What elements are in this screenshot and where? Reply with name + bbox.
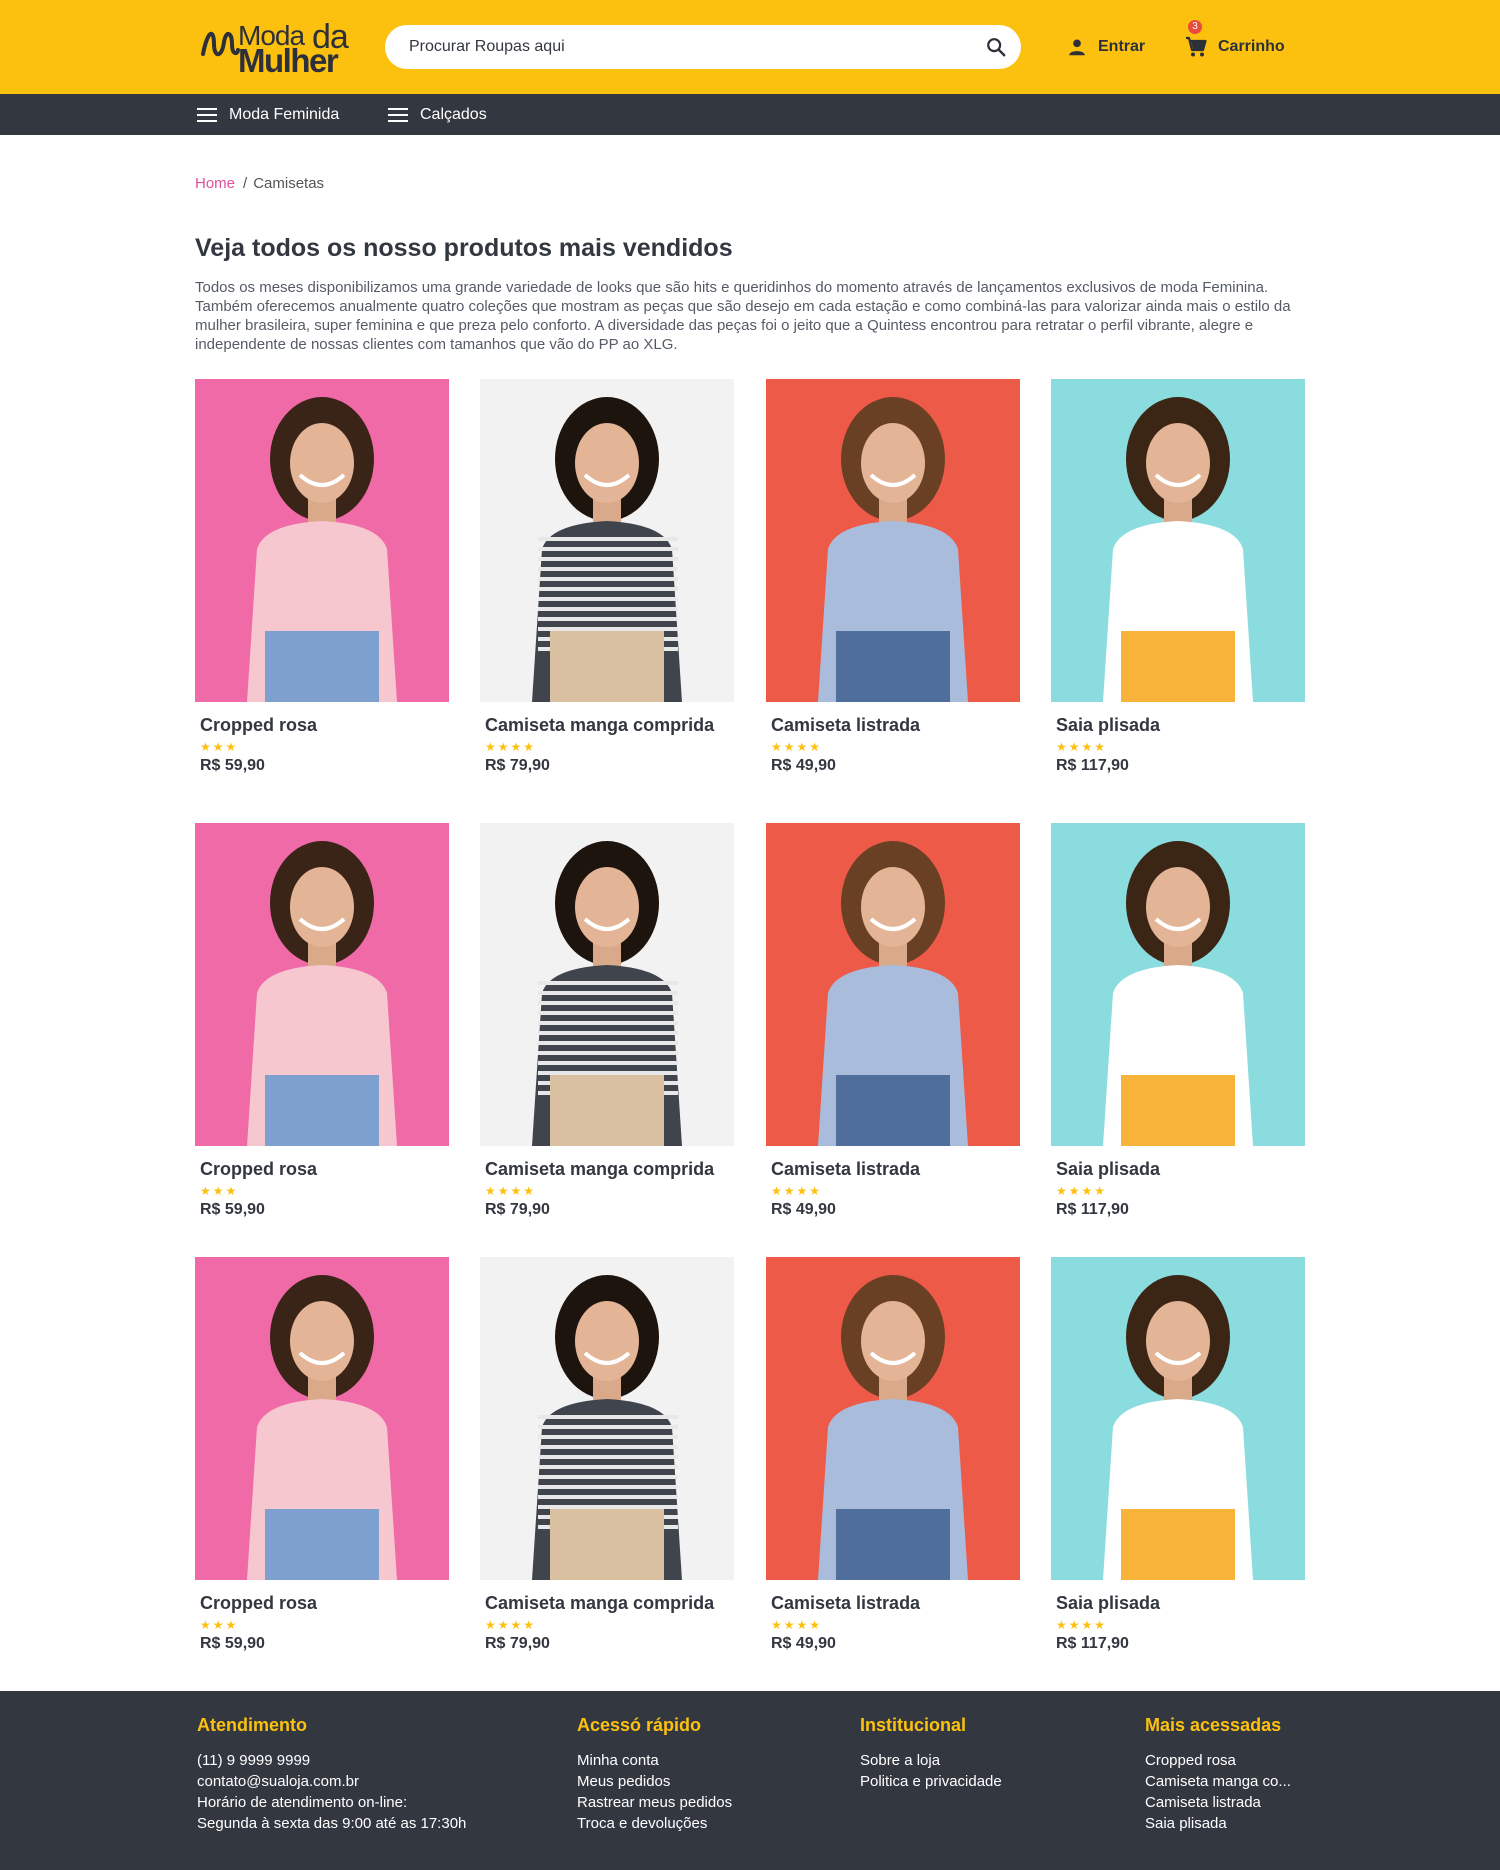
- product-photo[interactable]: [480, 1257, 734, 1580]
- product-name[interactable]: Camiseta listrada: [771, 715, 920, 736]
- product-photo[interactable]: [480, 379, 734, 702]
- footer-col-title: Acessó rápido: [577, 1715, 702, 1735]
- product-name[interactable]: Saia plisada: [1056, 1159, 1160, 1180]
- rating-stars: ★★★★: [485, 740, 537, 754]
- search-box: [385, 25, 1021, 69]
- rating-stars: ★★★: [200, 740, 239, 754]
- category-nav: Moda Feminida Calçados: [0, 94, 1500, 135]
- product-photo[interactable]: [1051, 379, 1305, 702]
- intro-text: Todos os meses disponibilizamos uma gran…: [195, 279, 1291, 353]
- logo[interactable]: Moda da Mulher: [200, 18, 349, 79]
- footer-hours-label: Horário de atendimento on-line:: [197, 1794, 408, 1811]
- product-price: R$ 49,90: [771, 1201, 836, 1218]
- footer-link-camiseta-listrada[interactable]: Camiseta listrada: [1145, 1792, 1291, 1813]
- product-price: R$ 49,90: [771, 757, 836, 774]
- footer-col-title: Institucional: [860, 1715, 967, 1735]
- product-price: R$ 117,90: [1056, 757, 1129, 774]
- rating-stars: ★★★★: [1056, 1618, 1108, 1632]
- footer-col-acesso-rapido: Acessó rápido Minha conta Meus pedidos R…: [577, 1715, 732, 1834]
- footer-link-sobre[interactable]: Sobre a loja: [860, 1750, 1002, 1771]
- product-name[interactable]: Saia plisada: [1056, 1593, 1160, 1614]
- rating-stars: ★★★★: [771, 740, 823, 754]
- product-price: R$ 79,90: [485, 1201, 550, 1218]
- product-name[interactable]: Cropped rosa: [200, 715, 317, 736]
- menu-icon: [197, 107, 217, 122]
- product-price: R$ 79,90: [485, 757, 550, 774]
- rating-stars: ★★★★: [485, 1184, 537, 1198]
- product-photo[interactable]: [1051, 1257, 1305, 1580]
- product-price: R$ 49,90: [771, 1635, 836, 1652]
- footer-col-title: Mais acessadas: [1145, 1715, 1282, 1735]
- product-name[interactable]: Cropped rosa: [200, 1159, 317, 1180]
- header-bar: Moda da Mulher Entrar 3 Carrinho: [0, 0, 1500, 94]
- footer-link-camiseta-manga[interactable]: Camiseta manga co...: [1145, 1771, 1291, 1792]
- search-icon[interactable]: [985, 36, 1007, 58]
- rating-stars: ★★★: [200, 1618, 239, 1632]
- product-name[interactable]: Camiseta listrada: [771, 1159, 920, 1180]
- product-name[interactable]: Camiseta manga comprida: [485, 1159, 714, 1180]
- product-price: R$ 59,90: [200, 1635, 265, 1652]
- rating-stars: ★★★★: [1056, 1184, 1108, 1198]
- cart-label: Carrinho: [1218, 38, 1285, 55]
- nav-item-label: Calçados: [420, 105, 487, 123]
- rating-stars: ★★★★: [485, 1618, 537, 1632]
- footer-link-privacidade[interactable]: Politica e privacidade: [860, 1771, 1002, 1792]
- rating-stars: ★★★★: [1056, 740, 1108, 754]
- product-photo[interactable]: [195, 379, 449, 702]
- product-photo[interactable]: [1051, 823, 1305, 1146]
- menu-icon: [388, 107, 408, 122]
- breadcrumb-separator: /: [243, 175, 248, 192]
- product-price: R$ 117,90: [1056, 1201, 1129, 1218]
- footer: Atendimento (11) 9 9999 9999 contato@sua…: [0, 1691, 1500, 1870]
- footer-phone: (11) 9 9999 9999: [197, 1752, 311, 1769]
- footer-col-title: Atendimento: [197, 1715, 307, 1735]
- search-input[interactable]: [409, 25, 949, 69]
- logo-text-mulher: Mulher: [238, 42, 339, 79]
- footer-email: contato@sualoja.com.br: [197, 1773, 359, 1790]
- footer-col-institucional: Institucional Sobre a loja Politica e pr…: [860, 1715, 1002, 1792]
- footer-link-meus-pedidos[interactable]: Meus pedidos: [577, 1771, 732, 1792]
- product-name[interactable]: Saia plisada: [1056, 715, 1160, 736]
- footer-link-saia-plisada[interactable]: Saia plisada: [1145, 1813, 1291, 1834]
- footer-link-cropped-rosa[interactable]: Cropped rosa: [1145, 1750, 1291, 1771]
- footer-link-minha-conta[interactable]: Minha conta: [577, 1750, 732, 1771]
- login-label: Entrar: [1098, 38, 1146, 55]
- footer-link-rastrear[interactable]: Rastrear meus pedidos: [577, 1792, 732, 1813]
- nav-item-label: Moda Feminida: [229, 105, 340, 123]
- footer-link-troca[interactable]: Troca e devoluções: [577, 1813, 732, 1834]
- cart-button[interactable]: 3 Carrinho: [1184, 20, 1285, 60]
- product-name[interactable]: Camiseta listrada: [771, 1593, 920, 1614]
- product-photo[interactable]: [480, 823, 734, 1146]
- product-price: R$ 59,90: [200, 757, 265, 774]
- breadcrumb-current: Camisetas: [253, 175, 325, 192]
- product-price: R$ 117,90: [1056, 1635, 1129, 1652]
- cart-icon: [1186, 36, 1207, 57]
- product-name[interactable]: Cropped rosa: [200, 1593, 317, 1614]
- login-button[interactable]: Entrar: [1066, 34, 1145, 60]
- product-photo[interactable]: [195, 823, 449, 1146]
- user-icon: [1069, 39, 1085, 56]
- cart-count-badge: 3: [1188, 20, 1202, 34]
- rating-stars: ★★★: [200, 1184, 239, 1198]
- nav-item-moda-feminina[interactable]: Moda Feminida: [197, 94, 339, 135]
- product-price: R$ 59,90: [200, 1201, 265, 1218]
- footer-hours: Segunda à sexta das 9:00 até as 17:30h: [197, 1815, 467, 1832]
- breadcrumb: Home / Camisetas: [195, 175, 324, 192]
- rating-stars: ★★★★: [771, 1618, 823, 1632]
- page-title: Veja todos os nosso produtos mais vendid…: [195, 234, 733, 262]
- product-photo[interactable]: [766, 1257, 1020, 1580]
- product-name[interactable]: Camiseta manga comprida: [485, 1593, 714, 1614]
- product-photo[interactable]: [195, 1257, 449, 1580]
- footer-col-atendimento: Atendimento (11) 9 9999 9999 contato@sua…: [197, 1715, 466, 1834]
- logo-script-mark: [201, 31, 240, 57]
- product-price: R$ 79,90: [485, 1635, 550, 1652]
- product-name[interactable]: Camiseta manga comprida: [485, 715, 714, 736]
- nav-item-calcados[interactable]: Calçados: [388, 94, 487, 135]
- rating-stars: ★★★★: [771, 1184, 823, 1198]
- breadcrumb-home-link[interactable]: Home: [195, 175, 235, 192]
- footer-col-mais-acessadas: Mais acessadas Cropped rosa Camiseta man…: [1145, 1715, 1291, 1834]
- product-photo[interactable]: [766, 823, 1020, 1146]
- product-photo[interactable]: [766, 379, 1020, 702]
